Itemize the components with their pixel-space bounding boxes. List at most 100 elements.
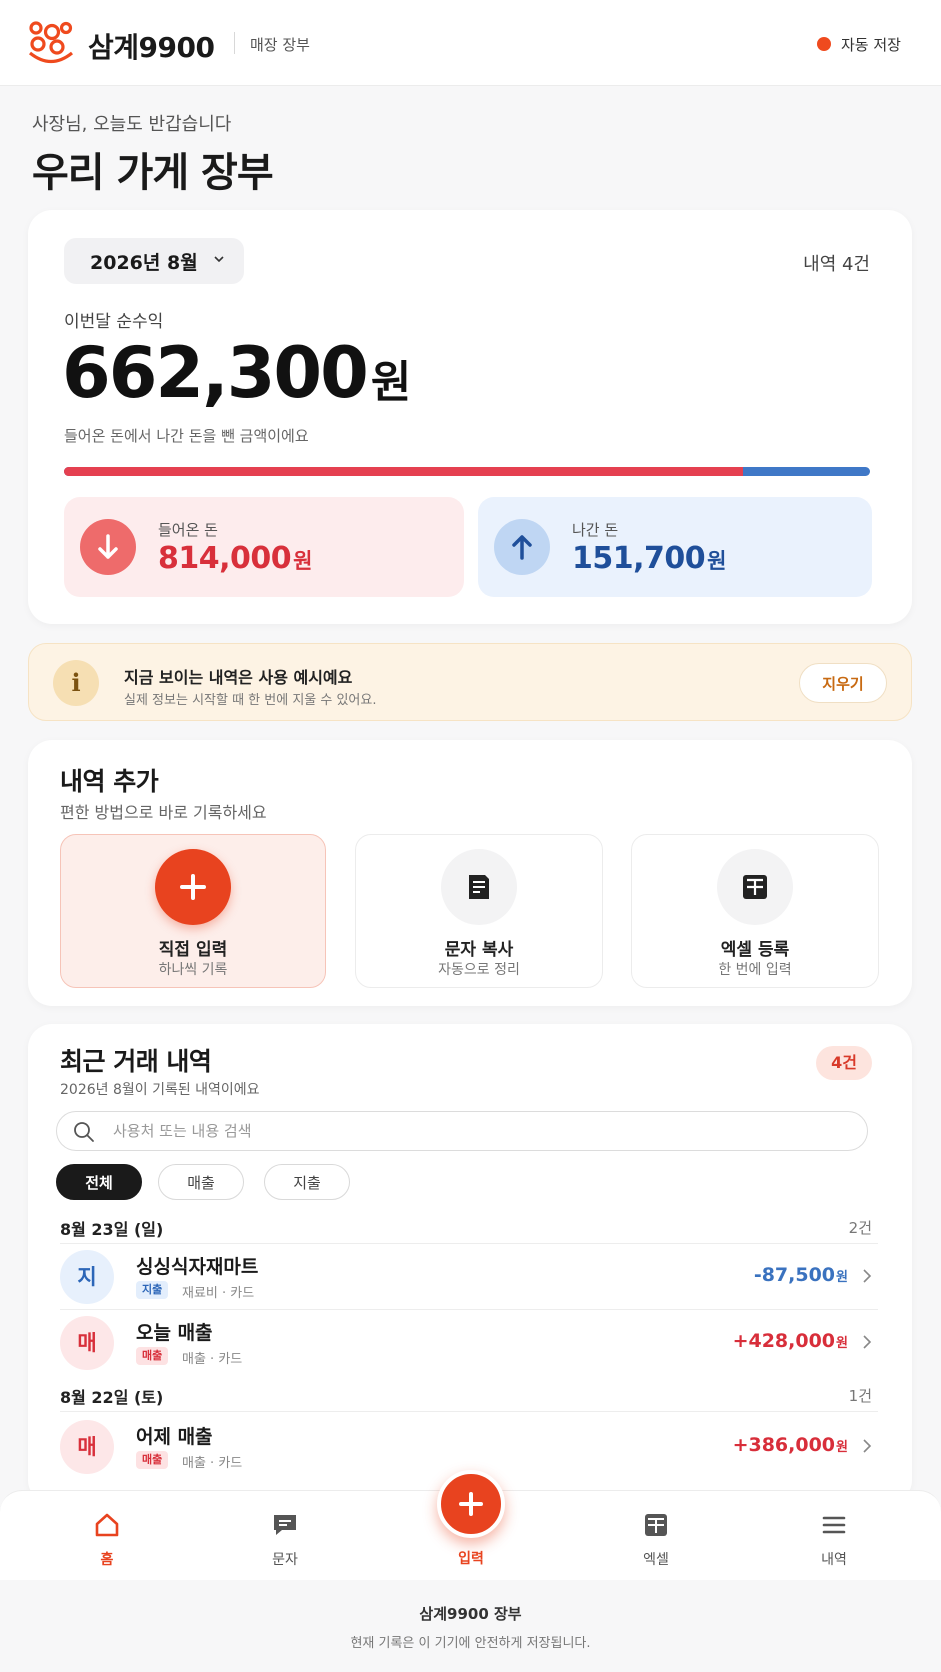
search-icon [74, 1122, 94, 1142]
recent-section-title: 최근 거래 내역 [60, 1047, 212, 1076]
brand-name: 삼계9900 [88, 31, 215, 64]
expense-box[interactable]: 나간 돈 151,700원 [478, 497, 872, 597]
transaction-amount: -87,500원 [754, 1264, 848, 1286]
notice-description: 실제 정보는 시작할 때 한 번에 지울 수 있어요. [124, 693, 377, 708]
monthly-summary-card: 2026년 8월 내역 4건 이번달 순수익 662,300원 들어온 돈에서 … [28, 210, 912, 624]
net-profit-description: 들어온 돈에서 나간 돈을 뺀 금액이에요 [64, 427, 309, 445]
search-input[interactable] [113, 1112, 853, 1150]
nav-label: 내역 [821, 1552, 847, 1568]
nav-label: 홈 [100, 1552, 114, 1568]
clear-sample-button[interactable]: 지우기 [799, 663, 887, 703]
grid-icon [717, 849, 793, 925]
transaction-avatar: 매 [60, 1420, 114, 1474]
add-section-title: 내역 추가 [60, 767, 159, 796]
date-group-header: 8월 22일 (토) [60, 1388, 164, 1407]
transaction-amount: +428,000원 [733, 1330, 848, 1352]
option-label: 직접 입력 [158, 940, 228, 960]
page-title: 우리 가게 장부 [32, 150, 274, 196]
add-entry-fab[interactable] [437, 1470, 505, 1538]
excel-import-option[interactable]: 엑셀 등록 한 번에 입력 [631, 834, 879, 988]
transaction-type-tag: 지출 [136, 1281, 169, 1299]
autosave-status-dot [817, 37, 831, 51]
nav-sms[interactable]: 문자 [230, 1491, 340, 1581]
filter-income[interactable]: 매출 [158, 1164, 244, 1200]
currency-unit: 원 [707, 549, 726, 573]
month-selector[interactable]: 2026년 8월 [64, 238, 244, 284]
recent-section-subtitle: 2026년 8월이 기록된 내역이에요 [60, 1082, 260, 1098]
transaction-name: 어제 매출 [136, 1426, 213, 1448]
income-amount: 814,000원 [158, 541, 312, 576]
transaction-amount-value: -87,500 [753, 1264, 836, 1286]
option-label: 문자 복사 [444, 940, 514, 960]
transaction-count-badge: 4건 [816, 1046, 872, 1080]
transaction-row[interactable]: 지 싱싱식자재마트 지출 재료비 · 카드 -87,500원 [56, 1244, 878, 1308]
expense-amount: 151,700원 [572, 541, 726, 576]
currency-unit: 원 [836, 1440, 848, 1455]
direct-input-option[interactable]: 직접 입력 하나씩 기록 [60, 834, 326, 988]
message-icon [274, 1515, 296, 1535]
sample-data-notice: i 지금 보이는 내역은 사용 예시예요 실제 정보는 시작할 때 한 번에 지… [28, 643, 912, 721]
divider [60, 1411, 878, 1412]
record-count: 내역 4건 [803, 254, 870, 275]
transaction-meta: 재료비 · 카드 [182, 1286, 255, 1301]
net-profit-amount: 662,300원 [62, 332, 411, 414]
transaction-avatar: 지 [60, 1250, 114, 1304]
net-profit-label: 이번달 순수익 [64, 312, 164, 332]
nav-excel[interactable]: 엑셀 [601, 1491, 711, 1581]
expense-value: 151,700 [572, 541, 706, 576]
chevron-down-icon [214, 256, 224, 263]
sms-copy-option[interactable]: 문자 복사 자동으로 정리 [355, 834, 603, 988]
currency-unit: 원 [836, 1336, 848, 1351]
currency-unit: 원 [293, 549, 312, 573]
option-subtitle: 한 번에 입력 [718, 962, 792, 978]
nav-label: 문자 [272, 1552, 298, 1568]
income-expense-ratio-bar [64, 467, 870, 476]
arrow-down-icon [80, 519, 136, 575]
info-icon: i [53, 660, 99, 706]
footer-subtitle: 현재 기록은 이 기기에 안전하게 저장됩니다. [350, 1636, 591, 1651]
add-record-section: 내역 추가 편한 방법으로 바로 기록하세요 직접 입력 하나씩 기록 문자 복… [28, 740, 912, 1006]
option-subtitle: 자동으로 정리 [438, 962, 520, 978]
nav-history[interactable]: 내역 [779, 1491, 889, 1581]
date-group-count: 2건 [848, 1219, 872, 1237]
income-share-fill [64, 467, 744, 476]
date-group-count: 1건 [848, 1387, 872, 1405]
plus-icon [459, 1492, 483, 1516]
chevron-right-icon [863, 1439, 872, 1453]
income-box[interactable]: 들어온 돈 814,000원 [64, 497, 464, 597]
brand-divider [234, 32, 235, 54]
chevron-right-icon [863, 1269, 872, 1283]
transaction-search [56, 1111, 868, 1151]
chevron-right-icon [863, 1335, 872, 1349]
autosave-status: 자동 저장 [841, 36, 901, 54]
income-value: 814,000 [158, 541, 292, 576]
date-group-header: 8월 23일 (일) [60, 1220, 164, 1239]
transaction-type-tag: 매출 [136, 1347, 169, 1365]
transaction-type-tag: 매출 [136, 1451, 169, 1469]
arrow-up-icon [494, 519, 550, 575]
document-icon [441, 849, 517, 925]
footer-title: 삼계9900 장부 [419, 1605, 522, 1623]
nav-label: 엑셀 [643, 1552, 669, 1568]
brand-logo-icon [28, 21, 74, 64]
filter-all[interactable]: 전체 [56, 1164, 142, 1200]
currency-unit: 원 [836, 1270, 848, 1285]
month-selector-label: 2026년 8월 [90, 251, 198, 274]
transaction-row[interactable]: 매 오늘 매출 매출 매출 · 카드 +428,000원 [56, 1310, 878, 1374]
expense-label: 나간 돈 [572, 521, 619, 539]
nav-home[interactable]: 홈 [52, 1491, 162, 1581]
transaction-meta: 매출 · 카드 [182, 1456, 243, 1471]
brand-subtitle: 매장 장부 [250, 36, 310, 54]
add-section-subtitle: 편한 방법으로 바로 기록하세요 [60, 803, 267, 822]
income-label: 들어온 돈 [158, 521, 218, 539]
home-icon [95, 1513, 119, 1537]
transaction-name: 오늘 매출 [136, 1322, 213, 1344]
transaction-name: 싱싱식자재마트 [136, 1256, 259, 1278]
plus-icon [155, 849, 231, 925]
greeting: 사장님, 오늘도 반갑습니다 [32, 114, 232, 135]
transaction-row[interactable]: 매 어제 매출 매출 매출 · 카드 +386,000원 [56, 1414, 878, 1478]
notice-title: 지금 보이는 내역은 사용 예시예요 [124, 668, 353, 687]
app-header: 삼계9900 매장 장부 자동 저장 [0, 0, 941, 86]
transaction-avatar: 매 [60, 1316, 114, 1370]
filter-expense[interactable]: 지출 [264, 1164, 350, 1200]
